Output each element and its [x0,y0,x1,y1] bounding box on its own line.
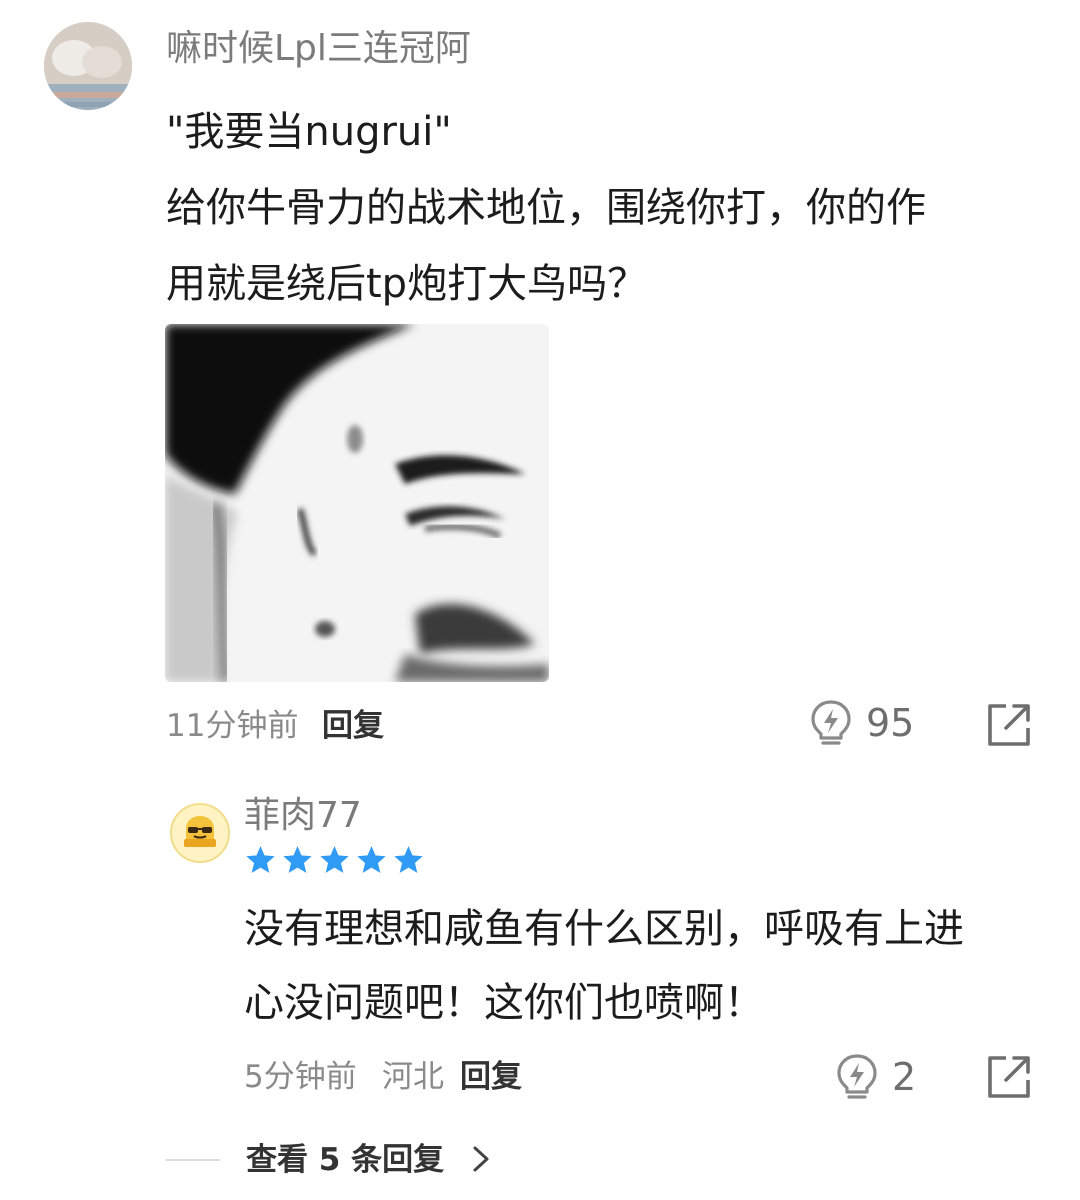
reply-location: 河北 [382,1059,444,1095]
reply-like-button[interactable] [832,1052,882,1106]
comment-image[interactable] [165,324,549,682]
share-icon [988,1056,1030,1098]
comment-line: 给你牛骨力的战术地位，围绕你打，你的作 [166,185,926,231]
reply-star-rating [244,844,429,880]
reply-timestamp: 5分钟前 [244,1059,357,1095]
chevron-right-icon [473,1146,489,1172]
share-icon [988,704,1030,746]
lightbulb-icon [811,700,851,745]
comment-share-button[interactable] [984,700,1034,754]
comment-line: 用就是绕后tp炮打大鸟吗？ [166,261,648,307]
meme-face-image [165,324,549,682]
reply-avatar[interactable] [170,803,230,863]
reply-share-button[interactable] [984,1052,1034,1106]
emoji-sunglasses-icon [172,805,228,861]
comment-like-count: 95 [866,701,915,745]
star-icon [283,846,312,873]
lightbulb-icon [837,1054,877,1099]
reply-line: 没有理想和咸鱼有什么区别，呼吸有上进 [244,906,964,952]
reply-like-count: 2 [892,1055,917,1099]
divider [166,1159,220,1161]
comment-text: "我要当nugrui" 给你牛骨力的战术地位，围绕你打，你的作 用就是绕后tp炮… [166,94,1026,322]
star-icon [320,846,349,873]
comment-line: "我要当nugrui" [166,109,452,155]
comment-like-button[interactable] [806,698,856,752]
comment-username[interactable]: 嘛时候Lpl三连冠阿 [166,26,471,72]
star-icon [394,846,423,873]
view-replies-label: 查看 5 条回复 [246,1142,445,1178]
star-icon [246,846,275,873]
reply-text: 没有理想和咸鱼有什么区别，呼吸有上进 心没问题吧！这你们也喷啊！ [244,892,1044,1040]
comment-timestamp: 11分钟前 [166,708,299,744]
reply-username[interactable]: 菲肉77 [244,794,362,838]
view-replies-button[interactable]: 查看 5 条回复 [246,1140,493,1180]
reply-line: 心没问题吧！这你们也喷啊！ [244,980,764,1026]
avatar[interactable] [44,22,132,110]
reply-reply-button[interactable]: 回复 [460,1057,522,1097]
star-icon [357,846,386,873]
comment-reply-button[interactable]: 回复 [322,706,384,746]
avatar-image [44,22,132,110]
